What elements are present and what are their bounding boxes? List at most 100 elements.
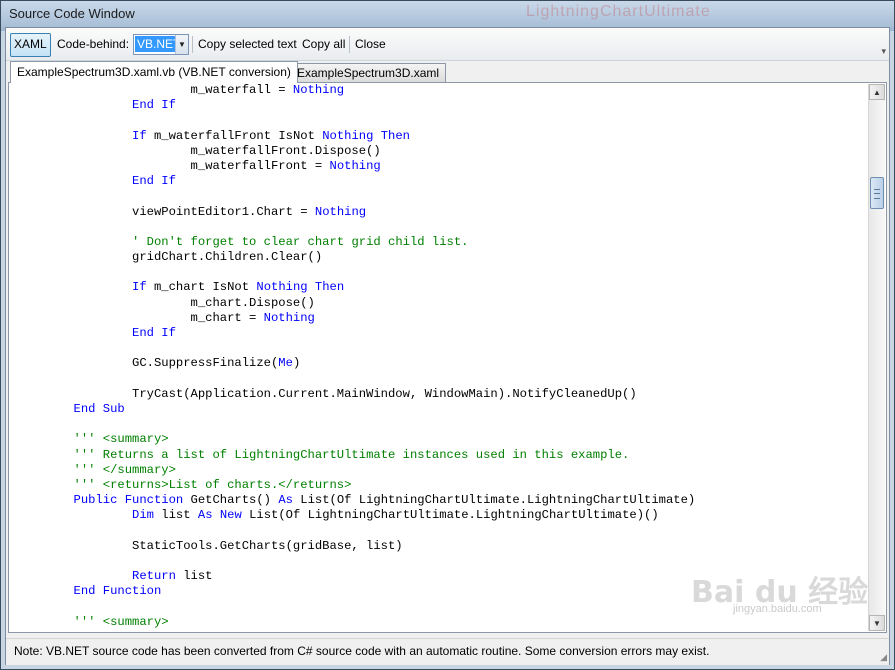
code-token: ) xyxy=(292,356,301,371)
code-line: viewPointEditor1.Chart = Nothing xyxy=(15,205,865,220)
code-token: m_waterfall = xyxy=(15,83,293,97)
code-line: ''' <summary> xyxy=(15,615,865,630)
copy-selected-button[interactable]: Copy selected text xyxy=(196,33,299,55)
toolbar-separator xyxy=(349,36,350,53)
code-token: m_chart.Dispose() xyxy=(15,295,315,310)
code-comment: ''' <returns>List of charts.</returns> xyxy=(73,477,352,492)
code-token: list xyxy=(153,508,198,523)
code-comment: ''' <summary> xyxy=(73,432,169,447)
close-button[interactable]: Close xyxy=(353,33,388,55)
xaml-button[interactable]: XAML xyxy=(10,33,51,57)
code-token: gridChart.Children.Clear() xyxy=(15,250,323,265)
code-behind-label: Code-behind: xyxy=(57,37,130,51)
code-keyword: Public Function xyxy=(73,493,184,508)
code-keyword: If xyxy=(132,128,147,143)
toolbar-overflow-icon[interactable]: ▾ xyxy=(881,46,886,57)
code-keyword: Nothing xyxy=(329,158,381,173)
scroll-up-icon[interactable]: ▲ xyxy=(869,84,885,100)
code-token: list xyxy=(175,569,213,583)
resize-grip-icon[interactable]: ◢ xyxy=(880,652,887,663)
source-code-window: Source Code Window LightningChartUltimat… xyxy=(0,0,895,670)
code-comment: ''' </summary> xyxy=(73,462,176,477)
code-line: ' Don't forget to clear chart grid child… xyxy=(15,235,865,250)
tab-xaml[interactable]: ExampleSpectrum3D.xaml xyxy=(290,63,447,82)
grip-icon xyxy=(874,189,880,199)
code-token: GetCharts() xyxy=(183,493,279,508)
code-keyword: End If xyxy=(132,98,176,113)
code-token: GC.SuppressFinalize( xyxy=(15,356,279,371)
code-token: m_chart = xyxy=(15,310,264,325)
code-keyword: End If xyxy=(132,174,176,189)
code-token: List(Of LightningChartUltimate.Lightning… xyxy=(241,508,659,523)
code-line: GC.SuppressFinalize(Me) xyxy=(15,356,865,371)
background-watermark: LightningChartUltimate xyxy=(526,3,711,20)
code-token: m_chart IsNot xyxy=(146,280,257,295)
toolbar-separator xyxy=(192,36,193,53)
code-keyword: Dim xyxy=(132,508,154,523)
code-token: StaticTools.GetCharts(gridBase, list) xyxy=(15,538,403,553)
title-bar[interactable]: Source Code Window LightningChartUltimat… xyxy=(1,1,894,27)
code-keyword: Nothing xyxy=(322,128,374,143)
conversion-note: Note: VB.NET source code has been conver… xyxy=(14,644,710,658)
code-keyword: Nothing xyxy=(256,280,308,295)
code-keyword: As xyxy=(197,508,213,523)
code-keyword: Nothing xyxy=(263,310,315,325)
code-keyword: End If xyxy=(132,326,176,340)
code-editor[interactable]: m_waterfall = Nothing End If If m_waterf… xyxy=(8,82,887,633)
code-keyword: Return xyxy=(132,569,176,583)
code-line: StaticTools.GetCharts(gridBase, list) xyxy=(15,539,865,554)
status-bar: Note: VB.NET source code has been conver… xyxy=(6,638,889,665)
chevron-down-icon[interactable]: ▼ xyxy=(175,35,188,54)
code-keyword: Then xyxy=(314,280,345,295)
copy-all-button[interactable]: Copy all xyxy=(300,33,347,55)
language-combobox[interactable]: VB.NET ▼ xyxy=(133,34,189,55)
code-comment: ''' Returns a list of LightningChartUlti… xyxy=(73,447,630,462)
baidu-watermark-url: jingyan.baidu.com xyxy=(733,603,822,615)
code-keyword: As xyxy=(278,493,293,508)
code-line: Dim list As New List(Of LightningChartUl… xyxy=(15,508,865,523)
code-line: gridChart.Children.Clear() xyxy=(15,250,865,265)
code-keyword: If xyxy=(132,280,147,295)
code-line: ''' <returns>List of charts.</returns> xyxy=(15,478,865,493)
scroll-down-icon[interactable]: ▼ xyxy=(869,615,885,631)
window-title: Source Code Window xyxy=(9,6,135,21)
code-keyword: End Function xyxy=(73,584,162,599)
code-keyword: Then xyxy=(380,128,410,143)
code-line: m_waterfallFront.Dispose() xyxy=(15,144,865,159)
tab-vbnet-conversion[interactable]: ExampleSpectrum3D.xaml.vb (VB.NET conver… xyxy=(10,61,298,83)
code-comment: ''' <summary> xyxy=(73,614,169,629)
vertical-scrollbar[interactable]: ▲ ▼ xyxy=(868,84,885,631)
code-line: If m_waterfallFront IsNot Nothing Then xyxy=(15,129,865,144)
code-text-area[interactable]: m_waterfall = Nothing End If If m_waterf… xyxy=(15,83,865,632)
code-line: ''' </summary> xyxy=(15,463,865,478)
code-line: End Sub xyxy=(15,402,865,417)
code-token: m_waterfallFront.Dispose() xyxy=(15,143,381,158)
scrollbar-thumb[interactable] xyxy=(870,177,884,209)
code-line: Public Function GetCharts() As List(Of L… xyxy=(15,493,865,508)
code-line: m_chart = Nothing xyxy=(15,311,865,326)
toolbar: XAML Code-behind: VB.NET ▼ Copy selected… xyxy=(6,28,889,61)
code-token: m_waterfallFront = xyxy=(15,158,330,173)
code-keyword: Nothing xyxy=(292,83,345,97)
